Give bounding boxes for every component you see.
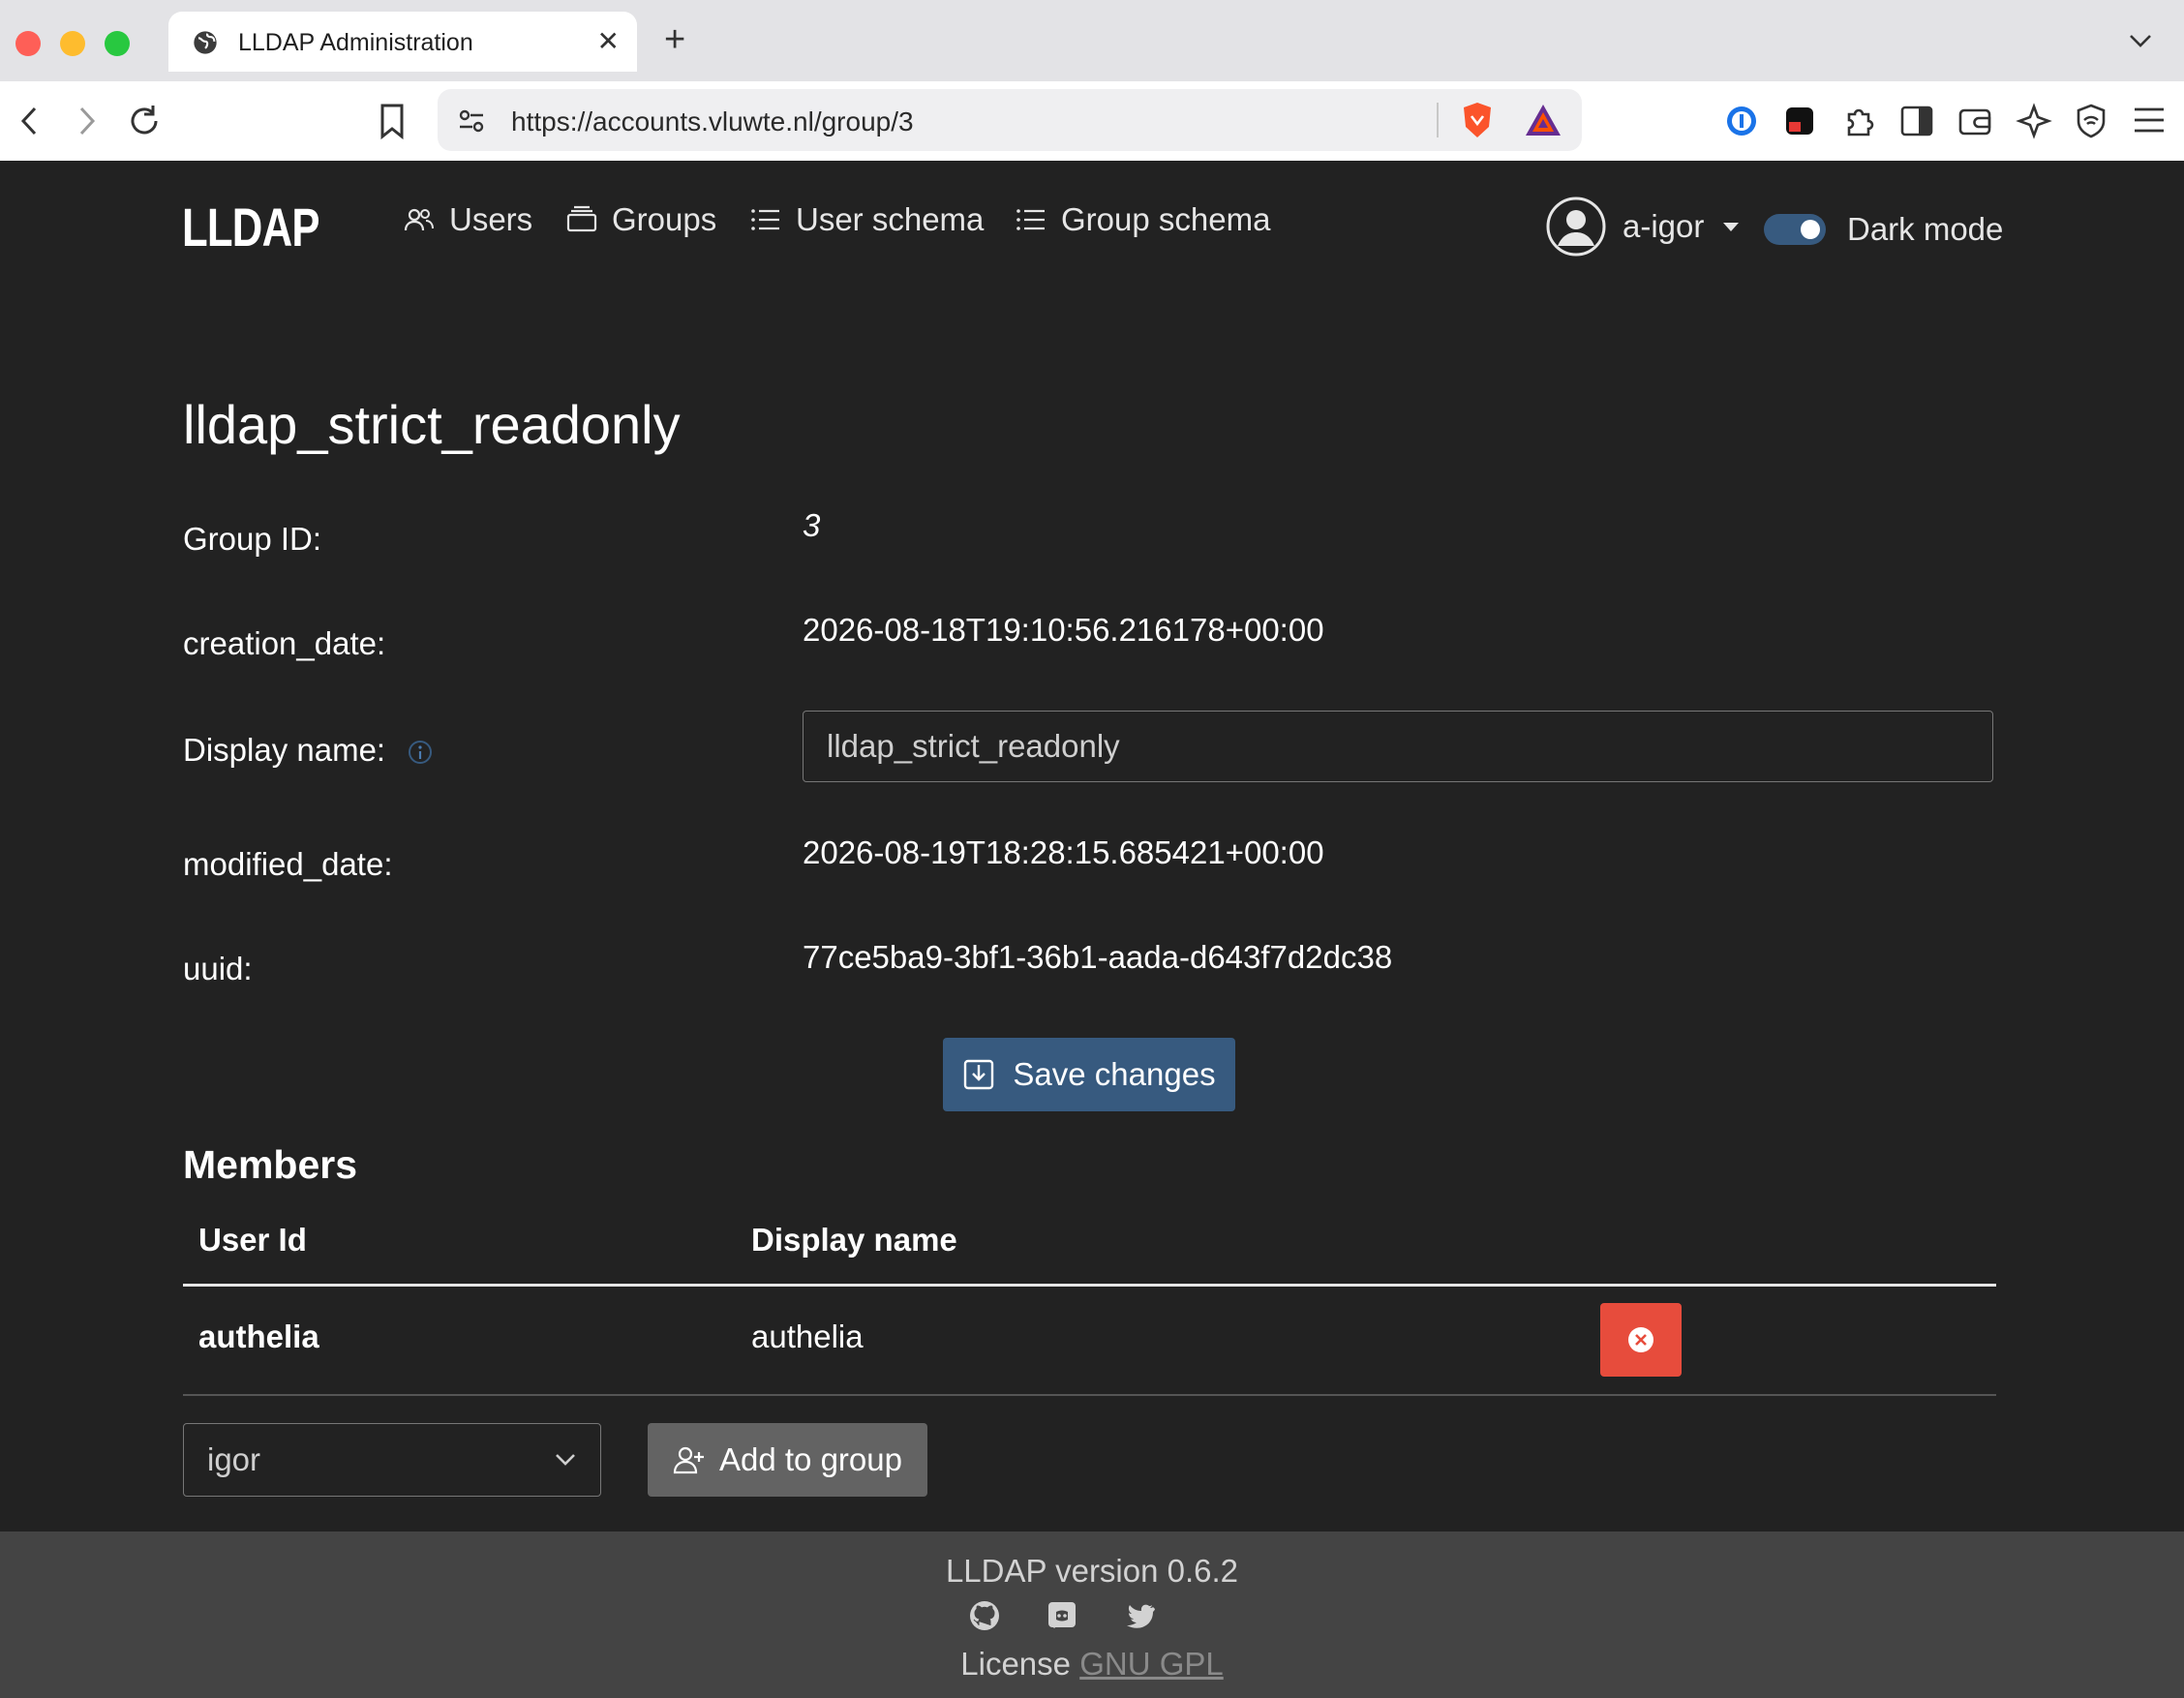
display-name-label-text: Display name: (183, 732, 386, 768)
nav-users-label: Users (449, 201, 533, 237)
brave-shields-icon[interactable] (1460, 101, 1495, 139)
globe-icon (194, 31, 217, 54)
menu-hamburger-icon[interactable] (2132, 105, 2167, 136)
main-content: lldap_strict_readonly Group ID: 3 creati… (0, 296, 2184, 1531)
list-icon (1016, 209, 1045, 230)
tab-list-chevron-icon[interactable] (2128, 31, 2153, 50)
nav-groups-label: Groups (612, 201, 717, 237)
license-prefix: License (960, 1646, 1072, 1682)
display-name-input[interactable]: lldap_strict_readonly (803, 711, 1993, 782)
password-manager-icon[interactable] (1725, 105, 1758, 137)
modified-date-label: modified_date: (183, 846, 393, 882)
save-icon (964, 1059, 994, 1090)
display-name-label: Display name: (183, 732, 433, 769)
remove-member-button[interactable] (1600, 1303, 1682, 1377)
group-id-label: Group ID: (183, 521, 322, 557)
info-icon[interactable] (408, 740, 433, 765)
twitter-icon[interactable] (1123, 1599, 1156, 1632)
nav-group-schema-label: Group schema (1061, 201, 1271, 237)
new-tab-icon[interactable]: + (664, 19, 685, 61)
tab-title: LLDAP Administration (238, 29, 473, 56)
user-select-value: igor (207, 1441, 261, 1477)
version-text: LLDAP version 0.6.2 (945, 1553, 1239, 1589)
dark-mode-label: Dark mode (1847, 211, 2004, 247)
dark-mode-switch[interactable]: Dark mode (1764, 211, 2003, 248)
creation-date-value: 2026-08-18T19:10:56.216178+00:00 (803, 612, 1324, 648)
uuid-label: uuid: (183, 951, 253, 986)
column-header-user-id[interactable]: User Id (198, 1222, 307, 1258)
user-select[interactable]: igor (183, 1423, 601, 1497)
nav-groups[interactable]: Groups (565, 201, 716, 238)
users-icon (404, 208, 434, 231)
zoom-window-button[interactable] (105, 31, 130, 56)
reload-icon[interactable] (126, 103, 163, 139)
header-divider (183, 1284, 1996, 1287)
url-text: https://accounts.vluwte.nl/group/3 (511, 106, 914, 136)
user-avatar-icon (1546, 197, 1606, 257)
site-settings-icon[interactable] (457, 106, 486, 136)
list-icon (751, 209, 779, 230)
toggle-knob (1801, 220, 1820, 239)
member-user-id[interactable]: authelia (198, 1319, 319, 1355)
dark-mode-toggle[interactable] (1764, 214, 1826, 245)
creation-date-label: creation_date: (183, 625, 386, 661)
browser-tab-strip: LLDAP Administration ✕ + (0, 0, 2184, 81)
back-icon[interactable] (15, 105, 43, 137)
add-user-icon (673, 1446, 704, 1474)
nav-group-schema[interactable]: Group schema (1015, 201, 1270, 238)
vpn-shield-icon[interactable] (2074, 103, 2108, 139)
browser-tab[interactable]: LLDAP Administration ✕ (168, 12, 637, 72)
minimize-window-button[interactable] (60, 31, 85, 56)
close-tab-icon[interactable]: ✕ (597, 25, 620, 57)
url-divider (1437, 103, 1439, 137)
group-id-value: 3 (803, 507, 821, 543)
app-navbar: LLDAP Users Groups User schema Group sch… (0, 161, 2184, 297)
page-title: lldap_strict_readonly (183, 394, 681, 455)
chevron-down-icon (556, 1454, 575, 1466)
extension-badge-icon[interactable] (1783, 105, 1816, 137)
extensions-puzzle-icon[interactable] (1841, 103, 1878, 139)
brand-logo[interactable]: LLDAP (182, 196, 319, 258)
discord-icon[interactable] (1046, 1599, 1078, 1632)
nav-user-schema[interactable]: User schema (749, 201, 984, 238)
close-window-button[interactable] (15, 31, 41, 56)
bookmark-icon[interactable] (378, 103, 407, 139)
nav-user-schema-label: User schema (796, 201, 985, 237)
license-link[interactable]: GNU GPL (1079, 1646, 1224, 1682)
add-to-group-label: Add to group (719, 1441, 902, 1477)
save-changes-label: Save changes (1013, 1056, 1216, 1092)
add-to-group-button[interactable]: Add to group (648, 1423, 927, 1497)
github-icon[interactable] (968, 1599, 1001, 1632)
wallet-icon[interactable] (1957, 105, 1992, 137)
uuid-value: 77ce5ba9-3bf1-36b1-aada-d643f7d2dc38 (803, 939, 1393, 975)
username: a-igor (1623, 208, 1705, 244)
forward-icon[interactable] (74, 105, 101, 137)
brave-rewards-icon[interactable] (1524, 103, 1562, 137)
user-menu-dropdown[interactable]: a-igor (1545, 196, 1740, 258)
sidebar-toggle-icon[interactable] (1899, 105, 1934, 137)
chevron-down-icon (1723, 222, 1740, 231)
remove-circle-icon (1628, 1327, 1653, 1352)
members-heading: Members (183, 1142, 358, 1187)
social-links (968, 1599, 1156, 1632)
license-text: License GNU GPL (0, 1646, 2184, 1683)
modified-date-value: 2026-08-19T18:28:15.685421+00:00 (803, 834, 1324, 870)
nav-users[interactable]: Users (403, 201, 532, 238)
row-divider (183, 1394, 1996, 1396)
member-display-name: authelia (751, 1319, 864, 1354)
leo-ai-icon[interactable] (2016, 103, 2052, 139)
address-bar[interactable]: https://accounts.vluwte.nl/group/3 (438, 89, 1582, 151)
groups-icon (566, 205, 597, 232)
footer: LLDAP version 0.6.2 License GNU GPL (0, 1531, 2184, 1698)
column-header-display-name[interactable]: Display name (751, 1222, 957, 1258)
browser-toolbar: https://accounts.vluwte.nl/group/3 (0, 81, 2184, 162)
save-changes-button[interactable]: Save changes (943, 1038, 1235, 1111)
